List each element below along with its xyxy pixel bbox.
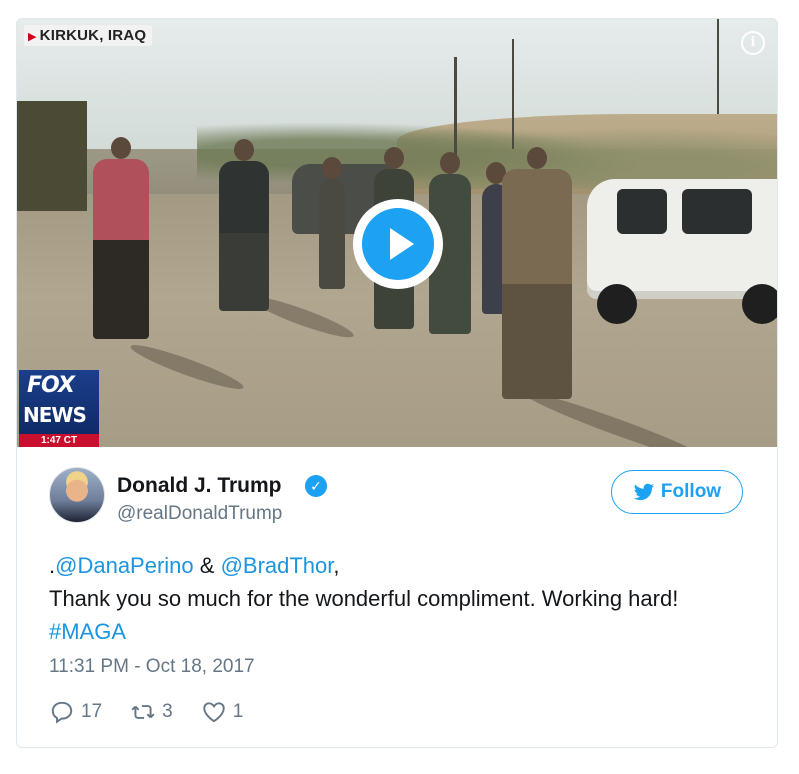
location-label: KIRKUK, IRAQ	[39, 27, 147, 44]
author-handle[interactable]: @realDonaldTrump	[117, 503, 282, 525]
reply-action[interactable]: 17	[49, 699, 102, 725]
person-figure	[502, 147, 572, 399]
utility-pole	[512, 39, 514, 149]
verified-badge-icon: ✓	[305, 475, 327, 497]
tweet-actions: 17 3 1	[49, 699, 271, 725]
retweet-action[interactable]: 3	[130, 699, 173, 725]
retweet-count: 3	[162, 701, 173, 722]
tweet-timestamp[interactable]: 11:31 PM - Oct 18, 2017	[49, 656, 255, 678]
person-figure	[93, 137, 149, 339]
utility-pole	[717, 19, 719, 114]
bulldozer	[17, 101, 87, 211]
heart-icon	[202, 702, 225, 723]
person-figure	[319, 157, 345, 289]
mention-link[interactable]: @BradThor	[221, 553, 334, 578]
play-button[interactable]	[353, 199, 443, 289]
like-action[interactable]: 1	[201, 699, 244, 725]
play-icon	[362, 208, 434, 280]
author-name[interactable]: Donald J. Trump	[117, 474, 282, 498]
follow-button[interactable]: Follow	[611, 470, 743, 514]
text-comma: ,	[333, 553, 340, 578]
location-badge: ▶ KIRKUK, IRAQ	[24, 25, 153, 46]
info-icon[interactable]: i	[741, 31, 765, 55]
play-triangle-icon: ▶	[28, 31, 37, 43]
white-pickup-truck	[577, 159, 777, 324]
person-figure	[219, 139, 269, 311]
text-amp: &	[193, 553, 221, 578]
twitter-bird-icon	[633, 483, 655, 501]
reply-count: 17	[81, 701, 103, 722]
follow-label: Follow	[660, 481, 722, 502]
video-player[interactable]: ▶ KIRKUK, IRAQ i FOX NEWS 1:47 CT	[17, 19, 777, 447]
fox-news-logo: FOX NEWS 1:47 CT	[19, 370, 99, 447]
like-count: 1	[232, 701, 244, 722]
hashtag-link[interactable]: #MAGA	[49, 619, 126, 644]
reply-icon	[51, 701, 73, 724]
network-logo-line2: NEWS	[23, 403, 87, 427]
retweet-icon	[131, 705, 155, 719]
text-body: Thank you so much for the wonderful comp…	[49, 586, 679, 611]
broadcast-time: 1:47 CT	[19, 434, 99, 447]
network-logo-line1: FOX	[27, 373, 75, 398]
tweet-card: ▶ KIRKUK, IRAQ i FOX NEWS 1:47 CT Donald …	[16, 18, 778, 748]
utility-pole	[454, 57, 457, 157]
author-avatar[interactable]	[49, 467, 105, 523]
tweet-text: .@DanaPerino & @BradThor, Thank you so m…	[49, 549, 739, 648]
mention-link[interactable]: @DanaPerino	[55, 553, 194, 578]
